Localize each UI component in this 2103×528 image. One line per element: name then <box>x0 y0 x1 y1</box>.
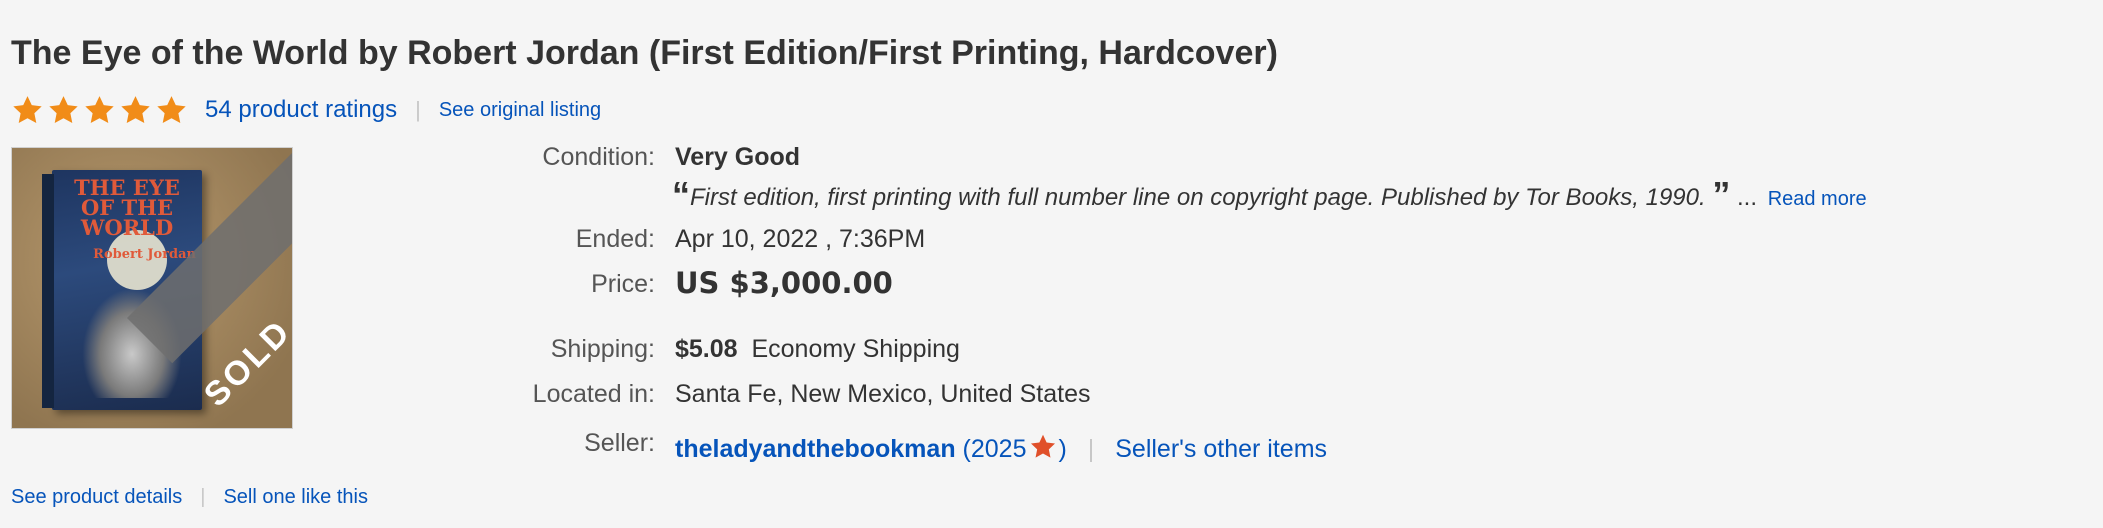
price-label: Price: <box>591 270 655 298</box>
shipping-method: Economy Shipping <box>751 335 960 363</box>
seller-feedback-score[interactable]: (2025 <box>963 435 1027 463</box>
star-icon <box>47 94 80 127</box>
condition-value: Very Good <box>675 143 801 171</box>
rating-stars[interactable] <box>11 94 191 127</box>
see-product-details-link[interactable]: See product details <box>11 486 182 509</box>
open-quote: “ <box>672 174 690 215</box>
seller-name-link[interactable]: theladyandthebookman <box>675 435 956 463</box>
listing-title: The Eye of the World by Robert Jordan (F… <box>11 34 1278 72</box>
price-value: US $3,000.00 <box>675 266 893 300</box>
ellipsis: ... <box>1737 184 1758 211</box>
product-ratings-link[interactable]: 54 product ratings <box>205 96 397 124</box>
shipping-value: $5.08 Economy Shipping <box>675 335 960 364</box>
seller-score-close: ) <box>1058 435 1067 463</box>
sell-one-like-this-link[interactable]: Sell one like this <box>223 486 368 509</box>
description-text: First edition, first printing with full … <box>690 184 1706 211</box>
shipping-label: Shipping: <box>550 335 655 363</box>
star-icon <box>155 94 188 127</box>
close-quote: ” <box>1712 174 1731 215</box>
divider: | <box>1087 435 1095 463</box>
divider: | <box>200 486 206 508</box>
seller-description: “First edition, first printing with full… <box>672 174 1867 216</box>
seller-other-items-link[interactable]: Seller's other items <box>1115 435 1327 463</box>
condition-label: Condition: <box>542 143 655 171</box>
shipping-amount: $5.08 <box>675 335 738 363</box>
see-original-listing-link[interactable]: See original listing <box>439 99 601 122</box>
star-icon <box>119 94 152 127</box>
divider: | <box>415 97 421 122</box>
seller-label: Seller: <box>584 429 655 457</box>
footer-links: See product details | Sell one like this <box>11 486 368 509</box>
ended-label: Ended: <box>575 225 655 253</box>
seller-info: theladyandthebookman (2025) | Seller's o… <box>675 433 1327 464</box>
ended-value: Apr 10, 2022 , 7:36PM <box>675 225 926 253</box>
rating-row: 54 product ratings | See original listin… <box>11 92 601 128</box>
location-value: Santa Fe, New Mexico, United States <box>675 380 1091 408</box>
location-label: Located in: <box>532 380 655 408</box>
star-icon <box>83 94 116 127</box>
read-more-link[interactable]: Read more <box>1768 188 1867 210</box>
star-icon <box>11 94 44 127</box>
feedback-star-icon <box>1029 433 1057 461</box>
